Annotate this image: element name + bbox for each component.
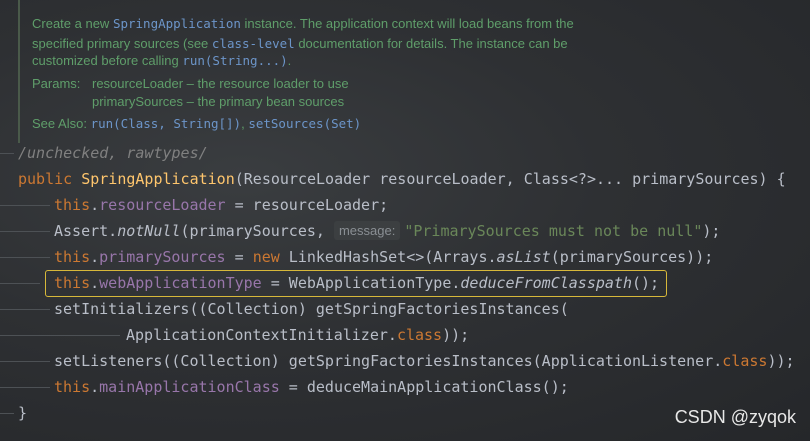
keyword: class <box>396 326 443 344</box>
doc-text: documentation for details. The instance … <box>294 36 568 51</box>
doc-params-line-2: primarySources – the primary bean source… <box>32 94 344 109</box>
doc-link-run[interactable]: run(String...) <box>182 53 287 68</box>
doc-code-ref[interactable]: SpringApplication <box>113 16 241 31</box>
method-name[interactable]: notNull <box>117 222 180 240</box>
code-text: ); <box>702 222 721 240</box>
indent-guide <box>0 231 50 232</box>
code-text: . <box>90 196 100 214</box>
code-line-assert[interactable]: Assert.notNull(primarySources, message: "… <box>54 218 720 244</box>
annotation-line[interactable]: /unchecked, rawtypes/ <box>18 140 208 166</box>
indent-guide <box>0 257 50 258</box>
code-text: )); <box>767 352 795 370</box>
keyword: this <box>54 248 91 266</box>
constructor-signature-line[interactable]: public SpringApplication(ResourceLoader … <box>18 166 786 192</box>
doc-param: primarySources – the primary bean source… <box>92 94 345 109</box>
watermark: CSDN @zyqok <box>674 407 796 427</box>
doc-text: instance. The application context will l… <box>240 16 574 31</box>
doc-description-line-2: specified primary sources (see class-lev… <box>32 36 568 51</box>
indent-guide <box>0 205 50 206</box>
indent-guide <box>0 153 14 154</box>
keyword: new <box>252 248 280 266</box>
method-name[interactable]: deduceFromClasspath <box>460 274 632 292</box>
indent-guide <box>0 335 120 336</box>
code-line-primary-sources[interactable]: this.primarySources = new LinkedHashSet<… <box>54 244 713 270</box>
javadoc-bar <box>18 0 20 143</box>
code-line-set-initializers[interactable]: setInitializers((Collection) getSpringFa… <box>54 296 569 322</box>
keyword: public <box>18 170 82 188</box>
code-text: = <box>225 248 253 266</box>
javadoc-popup: Create a new SpringApplication instance.… <box>18 0 810 143</box>
indent-guide <box>0 283 40 284</box>
code-text: . <box>90 378 100 396</box>
code-text: . <box>90 274 100 292</box>
indent-guide <box>0 309 50 310</box>
code-text: (ResourceLoader resourceLoader, Class<?>… <box>234 170 786 188</box>
code-text: Assert. <box>54 222 118 240</box>
doc-text: specified primary sources (see <box>32 36 212 51</box>
code-line-web-application-type[interactable]: this.webApplicationType = WebApplication… <box>54 270 659 296</box>
doc-description-line-1: Create a new SpringApplication instance.… <box>32 16 574 31</box>
doc-see-also-label: See Also: <box>32 116 87 131</box>
code-text: = WebApplicationType. <box>261 274 461 292</box>
doc-text: Create a new <box>32 16 113 31</box>
doc-description-line-3: customized before calling run(String...)… <box>32 53 291 68</box>
code-text: setListeners((Collection) getSpringFacto… <box>54 352 723 370</box>
doc-link-set-sources[interactable]: setSources(Set) <box>248 116 361 131</box>
code-text: )); <box>442 326 470 344</box>
code-line-set-listeners[interactable]: setListeners((Collection) getSpringFacto… <box>54 348 795 374</box>
code-line-main-application-class[interactable]: this.mainApplicationClass = deduceMainAp… <box>54 374 569 400</box>
keyword: this <box>54 378 91 396</box>
code-text: = deduceMainApplicationClass(); <box>279 378 569 396</box>
field-name[interactable]: primarySources <box>99 248 225 266</box>
doc-link-run-class[interactable]: run(Class, String[]) <box>91 116 242 131</box>
doc-code-ref[interactable]: class-level <box>212 36 295 51</box>
field-name[interactable]: webApplicationType <box>99 274 262 292</box>
code-text: LinkedHashSet<>(Arrays. <box>279 248 497 266</box>
doc-text: . <box>287 53 292 68</box>
string-literal: "PrimarySources must not be null" <box>404 222 703 240</box>
closing-brace-line[interactable]: } <box>18 400 27 426</box>
code-line-resource-loader[interactable]: this.resourceLoader = resourceLoader; <box>54 192 388 218</box>
doc-see-also: See Also: run(Class, String[]), setSourc… <box>32 116 361 131</box>
keyword: this <box>54 196 91 214</box>
doc-param: resourceLoader – the resource loader to … <box>92 76 349 91</box>
code-text: = resourceLoader; <box>225 196 389 214</box>
field-name[interactable]: resourceLoader <box>99 196 225 214</box>
indent-guide <box>0 413 14 414</box>
code-text: (primarySources, <box>180 222 334 240</box>
indent-guide <box>0 361 50 362</box>
code-text: (); <box>632 274 660 292</box>
constructor-name[interactable]: SpringApplication <box>81 170 235 188</box>
doc-params-line-1: Params: resourceLoader – the resource loa… <box>32 76 349 91</box>
code-line-initializer-class[interactable]: ApplicationContextInitializer.class)); <box>126 322 469 348</box>
keyword: class <box>722 352 768 370</box>
parameter-hint: message: <box>333 221 401 240</box>
method-name[interactable]: asList <box>497 248 551 266</box>
indent-guide <box>0 387 50 388</box>
code-text: (primarySources)); <box>550 248 714 266</box>
code-text: ApplicationContextInitializer. <box>126 326 397 344</box>
field-name[interactable]: mainApplicationClass <box>99 378 280 396</box>
keyword: this <box>54 274 91 292</box>
code-text: . <box>90 248 100 266</box>
doc-params-label: Params: <box>32 76 81 91</box>
doc-text: customized before calling <box>32 53 183 68</box>
